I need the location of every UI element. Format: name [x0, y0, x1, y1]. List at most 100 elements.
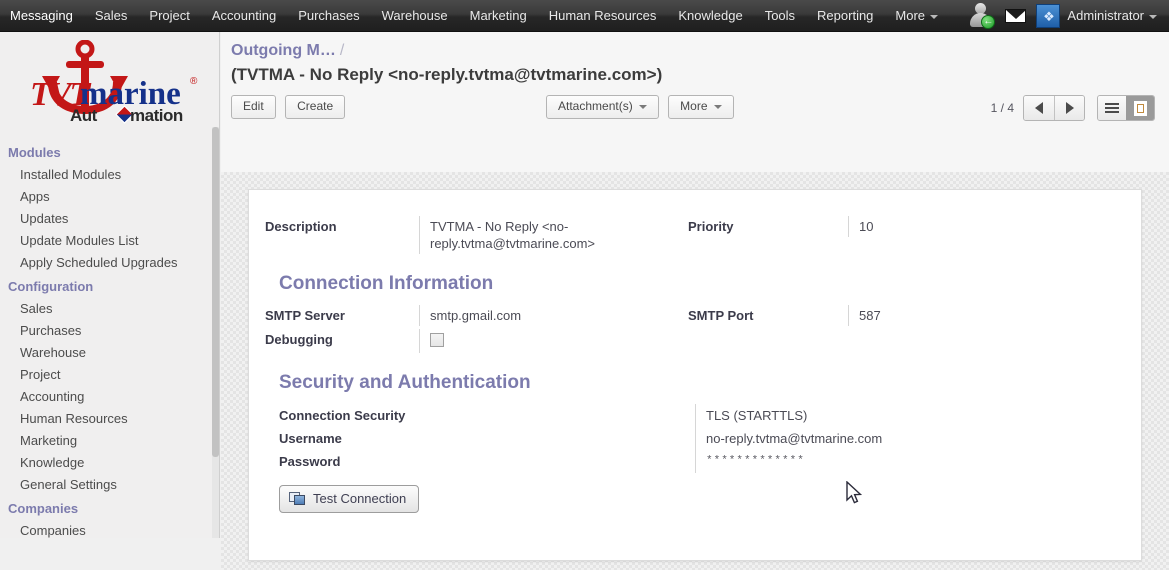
connection-information-row: SMTP Server smtp.gmail.com Debugging SMT… — [265, 305, 1111, 356]
more-button[interactable]: More — [668, 95, 734, 119]
top-navigation-right: ← ❖ Administrator — [967, 0, 1169, 32]
sidebar-item-project[interactable]: Project — [0, 364, 219, 386]
arrow-left-icon — [1035, 102, 1043, 114]
connection-column-right: SMTP Port 587 — [688, 305, 1111, 356]
description-label: Description — [265, 219, 337, 234]
form-sheet: Description TVTMA - No Reply <no-reply.t… — [248, 189, 1142, 561]
security-authentication-title: Security and Authentication — [279, 372, 531, 393]
form-column-right: Priority 10 — [688, 216, 1111, 257]
security-values: TLS (STARTTLS) no-reply.tvtma@tvtmarine.… — [695, 404, 1111, 473]
sidebar-item-marketing[interactable]: Marketing — [0, 430, 219, 452]
more-label: More — [680, 99, 708, 113]
password-value: ************* — [706, 455, 805, 467]
administrator-menu[interactable]: Administrator — [1067, 8, 1161, 23]
previous-record-button[interactable] — [1024, 96, 1054, 120]
debugging-label: Debugging — [265, 332, 333, 347]
next-record-button[interactable] — [1054, 96, 1084, 120]
administrator-label: Administrator — [1067, 8, 1144, 23]
attachments-button[interactable]: Attachment(s) — [546, 95, 659, 119]
top-navigation-bar: Messaging Sales Project Accounting Purch… — [0, 0, 1169, 32]
nav-item-sales[interactable]: Sales — [84, 0, 139, 31]
sidebar-scrollbar[interactable] — [212, 127, 219, 538]
breadcrumb: Outgoing M… / — [231, 40, 1155, 62]
nav-item-tools[interactable]: Tools — [754, 0, 806, 31]
security-labels: Connection Security Username Password — [265, 404, 695, 473]
nav-item-messaging[interactable]: Messaging — [0, 0, 84, 31]
chevron-down-icon — [713, 104, 722, 109]
sidebar-item-purchases[interactable]: Purchases — [0, 320, 219, 342]
nav-item-marketing[interactable]: Marketing — [459, 0, 538, 31]
user-avatar-icon[interactable]: ← — [967, 2, 997, 30]
smtp-server-value: smtp.gmail.com — [419, 305, 688, 326]
back-arrow-badge-icon: ← — [981, 14, 996, 29]
form-sheet-area: Description TVTMA - No Reply <no-reply.t… — [221, 172, 1169, 570]
smtp-port-label: SMTP Port — [688, 308, 754, 323]
nav-item-more-label: More — [895, 8, 926, 23]
debugging-checkbox[interactable] — [430, 333, 444, 347]
nav-item-project[interactable]: Project — [138, 0, 200, 31]
nav-item-human-resources[interactable]: Human Resources — [538, 0, 668, 31]
sidebar-item-update-modules-list[interactable]: Update Modules List — [0, 230, 219, 252]
breadcrumb-separator: / — [339, 42, 345, 59]
pager-count: 1 / 4 — [990, 101, 1014, 115]
create-button[interactable]: Create — [285, 95, 346, 119]
record-header: Outgoing M… / (TVTMA - No Reply <no-reply… — [221, 32, 1169, 87]
smtp-server-label: SMTP Server — [265, 308, 345, 323]
connection-security-label: Connection Security — [279, 408, 406, 423]
sidebar-item-sales[interactable]: Sales — [0, 298, 219, 320]
username-label: Username — [279, 431, 342, 446]
form-view-button[interactable] — [1126, 96, 1154, 120]
breadcrumb-link[interactable]: Outgoing M… — [231, 42, 336, 59]
security-authentication-rows: Connection Security Username Password TL… — [265, 404, 1111, 473]
sidebar-item-updates[interactable]: Updates — [0, 208, 219, 230]
sidebar-item-knowledge[interactable]: Knowledge — [0, 452, 219, 474]
nav-item-warehouse[interactable]: Warehouse — [371, 0, 459, 31]
sidebar-item-human-resources[interactable]: Human Resources — [0, 408, 219, 430]
nav-item-accounting[interactable]: Accounting — [201, 0, 287, 31]
field-description: Description TVTMA - No Reply <no-reply.t… — [265, 216, 688, 254]
nav-item-knowledge[interactable]: Knowledge — [667, 0, 753, 31]
sidebar-item-apply-scheduled-upgrades[interactable]: Apply Scheduled Upgrades — [0, 252, 219, 274]
sidebar-item-warehouse[interactable]: Warehouse — [0, 342, 219, 364]
connection-test-icon — [289, 491, 306, 506]
arrow-right-icon — [1065, 102, 1074, 114]
sidebar-item-companies[interactable]: Companies — [0, 520, 219, 538]
app-launcher-icon[interactable]: ❖ — [1036, 3, 1061, 28]
toolbar-left-buttons: Edit Create — [231, 95, 350, 119]
nav-item-more[interactable]: More — [884, 0, 949, 31]
sidebar: TVT marine ® Aut mation Modules Installe… — [0, 32, 220, 538]
chevron-down-icon — [1149, 14, 1157, 19]
envelope-icon[interactable] — [1005, 8, 1027, 23]
edit-button[interactable]: Edit — [231, 95, 276, 119]
page-title: (TVTMA - No Reply <no-reply.tvtma@tvtmar… — [231, 65, 663, 84]
test-connection-button[interactable]: Test Connection — [279, 485, 420, 513]
form-column-left: Description TVTMA - No Reply <no-reply.t… — [265, 216, 688, 257]
priority-label: Priority — [688, 219, 734, 234]
sidebar-group-modules-title: Modules — [8, 145, 61, 160]
action-toolbar: Edit Create Attachment(s) More 1 / 4 — [221, 95, 1169, 129]
nav-item-reporting[interactable]: Reporting — [806, 0, 884, 31]
connection-security-value: TLS (STARTTLS) — [706, 408, 808, 423]
sidebar-scrollbar-thumb[interactable] — [212, 127, 219, 457]
sidebar-item-installed-modules[interactable]: Installed Modules — [0, 164, 219, 186]
field-priority: Priority 10 — [688, 216, 1111, 237]
username-value: no-reply.tvtma@tvtmarine.com — [706, 431, 883, 446]
form-view-icon — [1133, 100, 1147, 116]
connection-information-title: Connection Information — [279, 273, 494, 294]
list-view-button[interactable] — [1098, 96, 1126, 120]
chevron-down-icon — [638, 104, 647, 109]
sidebar-item-apps[interactable]: Apps — [0, 186, 219, 208]
attachments-label: Attachment(s) — [558, 99, 633, 113]
sidebar-item-accounting[interactable]: Accounting — [0, 386, 219, 408]
sidebar-group-companies-title: Companies — [8, 501, 79, 516]
logo-registered-mark: ® — [190, 76, 198, 87]
test-connection-label: Test Connection — [313, 491, 407, 506]
pager-arrows — [1023, 95, 1085, 121]
password-label: Password — [279, 454, 341, 469]
form-top-row: Description TVTMA - No Reply <no-reply.t… — [265, 216, 1111, 257]
nav-item-purchases[interactable]: Purchases — [287, 0, 370, 31]
logo-text-automation-left: Aut — [70, 106, 97, 125]
connection-column-left: SMTP Server smtp.gmail.com Debugging — [265, 305, 688, 356]
toolbar-center-buttons: Attachment(s) More — [546, 95, 739, 119]
sidebar-item-general-settings[interactable]: General Settings — [0, 474, 219, 496]
